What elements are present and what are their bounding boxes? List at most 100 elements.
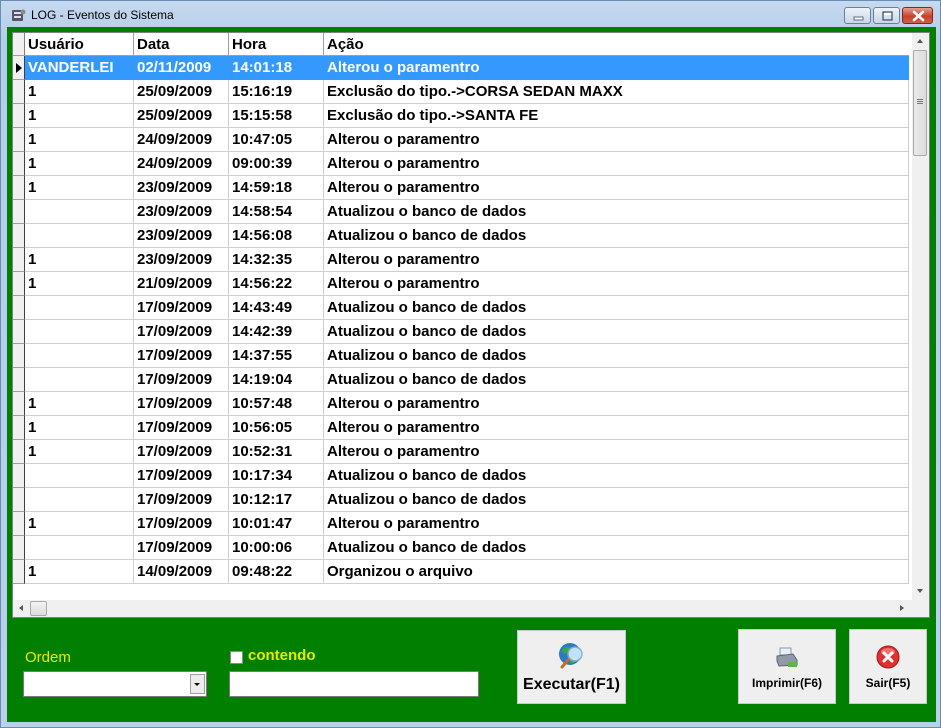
minimize-button[interactable] bbox=[844, 7, 871, 24]
cell-hora[interactable]: 10:47:05 bbox=[229, 128, 324, 152]
cell-acao[interactable]: Alterou o paramentro bbox=[324, 392, 909, 416]
cell-data[interactable]: 25/09/2009 bbox=[134, 104, 229, 128]
log-grid[interactable]: Usuário Data Hora Ação VANDERLEI 02/11/20… bbox=[12, 32, 930, 618]
cell-hora[interactable]: 10:17:34 bbox=[229, 464, 324, 488]
cell-hora[interactable]: 10:52:31 bbox=[229, 440, 324, 464]
row-indicator[interactable] bbox=[13, 368, 25, 392]
cell-hora[interactable]: 10:00:06 bbox=[229, 536, 324, 560]
ordem-dropdown-button[interactable] bbox=[190, 674, 205, 694]
row-indicator[interactable] bbox=[13, 296, 25, 320]
contendo-input[interactable] bbox=[229, 671, 479, 697]
cell-data[interactable]: 17/09/2009 bbox=[134, 464, 229, 488]
cell-hora[interactable]: 14:19:04 bbox=[229, 368, 324, 392]
cell-usuario[interactable] bbox=[25, 368, 134, 392]
row-indicator[interactable] bbox=[13, 464, 25, 488]
cell-usuario[interactable]: 1 bbox=[25, 512, 134, 536]
cell-data[interactable]: 17/09/2009 bbox=[134, 536, 229, 560]
cell-usuario[interactable] bbox=[25, 224, 134, 248]
cell-data[interactable]: 17/09/2009 bbox=[134, 440, 229, 464]
row-indicator[interactable] bbox=[13, 200, 25, 224]
cell-acao[interactable]: Atualizou o banco de dados bbox=[324, 200, 909, 224]
row-indicator[interactable] bbox=[13, 440, 25, 464]
executar-button[interactable]: Executar(F1) bbox=[517, 630, 626, 704]
cell-data[interactable]: 25/09/2009 bbox=[134, 80, 229, 104]
cell-data[interactable]: 24/09/2009 bbox=[134, 152, 229, 176]
cell-data[interactable]: 23/09/2009 bbox=[134, 200, 229, 224]
cell-usuario[interactable]: VANDERLEI bbox=[25, 56, 134, 80]
row-indicator[interactable] bbox=[13, 488, 25, 512]
cell-hora[interactable]: 14:56:22 bbox=[229, 272, 324, 296]
cell-acao[interactable]: Alterou o paramentro bbox=[324, 248, 909, 272]
table-row[interactable]: 1 17/09/2009 10:57:48 Alterou o paramentro bbox=[13, 392, 909, 416]
cell-data[interactable]: 17/09/2009 bbox=[134, 296, 229, 320]
cell-acao[interactable]: Alterou o paramentro bbox=[324, 56, 909, 80]
cell-hora[interactable]: 14:32:35 bbox=[229, 248, 324, 272]
table-row[interactable]: 17/09/2009 10:00:06 Atualizou o banco de d… bbox=[13, 536, 909, 560]
cell-data[interactable]: 23/09/2009 bbox=[134, 176, 229, 200]
cell-acao[interactable]: Alterou o paramentro bbox=[324, 176, 909, 200]
table-row[interactable]: 23/09/2009 14:58:54 Atualizou o banco de d… bbox=[13, 200, 909, 224]
close-button[interactable] bbox=[902, 7, 933, 24]
imprimir-button[interactable]: Imprimir(F6) bbox=[738, 629, 836, 704]
table-row[interactable]: 17/09/2009 10:12:17 Atualizou o banco de d… bbox=[13, 488, 909, 512]
cell-data[interactable]: 02/11/2009 bbox=[134, 56, 229, 80]
cell-data[interactable]: 17/09/2009 bbox=[134, 392, 229, 416]
table-row[interactable]: 17/09/2009 14:43:49 Atualizou o banco de d… bbox=[13, 296, 909, 320]
scroll-left-arrow-icon[interactable] bbox=[19, 605, 23, 611]
cell-acao[interactable]: Atualizou o banco de dados bbox=[324, 344, 909, 368]
cell-data[interactable]: 14/09/2009 bbox=[134, 560, 229, 584]
cell-acao[interactable]: Atualizou o banco de dados bbox=[324, 296, 909, 320]
cell-hora[interactable]: 10:01:47 bbox=[229, 512, 324, 536]
cell-acao[interactable]: Atualizou o banco de dados bbox=[324, 224, 909, 248]
table-row[interactable]: 17/09/2009 14:42:39 Atualizou o banco de d… bbox=[13, 320, 909, 344]
cell-hora[interactable]: 10:12:17 bbox=[229, 488, 324, 512]
table-row[interactable]: 17/09/2009 14:37:55 Atualizou o banco de d… bbox=[13, 344, 909, 368]
table-row[interactable]: VANDERLEI 02/11/2009 14:01:18 Alterou o par… bbox=[13, 56, 909, 80]
scroll-down-arrow-icon[interactable] bbox=[917, 589, 923, 593]
cell-data[interactable]: 17/09/2009 bbox=[134, 488, 229, 512]
table-row[interactable]: 17/09/2009 10:17:34 Atualizou o banco de d… bbox=[13, 464, 909, 488]
row-indicator[interactable] bbox=[13, 560, 25, 584]
cell-data[interactable]: 17/09/2009 bbox=[134, 368, 229, 392]
cell-acao[interactable]: Alterou o paramentro bbox=[324, 512, 909, 536]
cell-hora[interactable]: 14:37:55 bbox=[229, 344, 324, 368]
cell-hora[interactable]: 10:57:48 bbox=[229, 392, 324, 416]
row-indicator[interactable] bbox=[13, 512, 25, 536]
cell-usuario[interactable] bbox=[25, 320, 134, 344]
scroll-up-arrow-icon[interactable] bbox=[917, 39, 923, 43]
table-row[interactable]: 1 14/09/2009 09:48:22 Organizou o arquivo bbox=[13, 560, 909, 584]
row-indicator[interactable] bbox=[13, 56, 25, 80]
vertical-scrollbar[interactable] bbox=[912, 33, 929, 600]
table-row[interactable]: 17/09/2009 14:19:04 Atualizou o banco de d… bbox=[13, 368, 909, 392]
table-row[interactable]: 1 25/09/2009 15:16:19 Exclusão do tipo.->CO… bbox=[13, 80, 909, 104]
cell-usuario[interactable] bbox=[25, 488, 134, 512]
contendo-checkbox[interactable] bbox=[230, 651, 243, 664]
cell-hora[interactable]: 09:48:22 bbox=[229, 560, 324, 584]
table-row[interactable]: 1 17/09/2009 10:56:05 Alterou o paramentro bbox=[13, 416, 909, 440]
sair-button[interactable]: Sair(F5) bbox=[849, 629, 927, 704]
cell-acao[interactable]: Organizou o arquivo bbox=[324, 560, 909, 584]
cell-hora[interactable]: 10:56:05 bbox=[229, 416, 324, 440]
cell-acao[interactable]: Alterou o paramentro bbox=[324, 272, 909, 296]
cell-usuario[interactable]: 1 bbox=[25, 152, 134, 176]
cell-hora[interactable]: 09:00:39 bbox=[229, 152, 324, 176]
row-indicator[interactable] bbox=[13, 536, 25, 560]
cell-data[interactable]: 23/09/2009 bbox=[134, 224, 229, 248]
row-indicator[interactable] bbox=[13, 128, 25, 152]
cell-data[interactable]: 23/09/2009 bbox=[134, 248, 229, 272]
row-indicator[interactable] bbox=[13, 416, 25, 440]
title-bar[interactable]: LOG - Eventos do Sistema bbox=[1, 1, 940, 29]
cell-usuario[interactable] bbox=[25, 200, 134, 224]
column-header-usuario[interactable]: Usuário bbox=[25, 33, 134, 55]
cell-data[interactable]: 17/09/2009 bbox=[134, 320, 229, 344]
column-header-acao[interactable]: Ação bbox=[324, 33, 909, 55]
row-indicator[interactable] bbox=[13, 176, 25, 200]
table-row[interactable]: 1 24/09/2009 10:47:05 Alterou o paramentro bbox=[13, 128, 909, 152]
horizontal-scroll-thumb[interactable] bbox=[30, 601, 47, 616]
table-row[interactable]: 1 17/09/2009 10:01:47 Alterou o paramentro bbox=[13, 512, 909, 536]
cell-acao[interactable]: Atualizou o banco de dados bbox=[324, 488, 909, 512]
cell-usuario[interactable]: 1 bbox=[25, 416, 134, 440]
row-indicator[interactable] bbox=[13, 80, 25, 104]
row-indicator[interactable] bbox=[13, 392, 25, 416]
cell-usuario[interactable]: 1 bbox=[25, 560, 134, 584]
